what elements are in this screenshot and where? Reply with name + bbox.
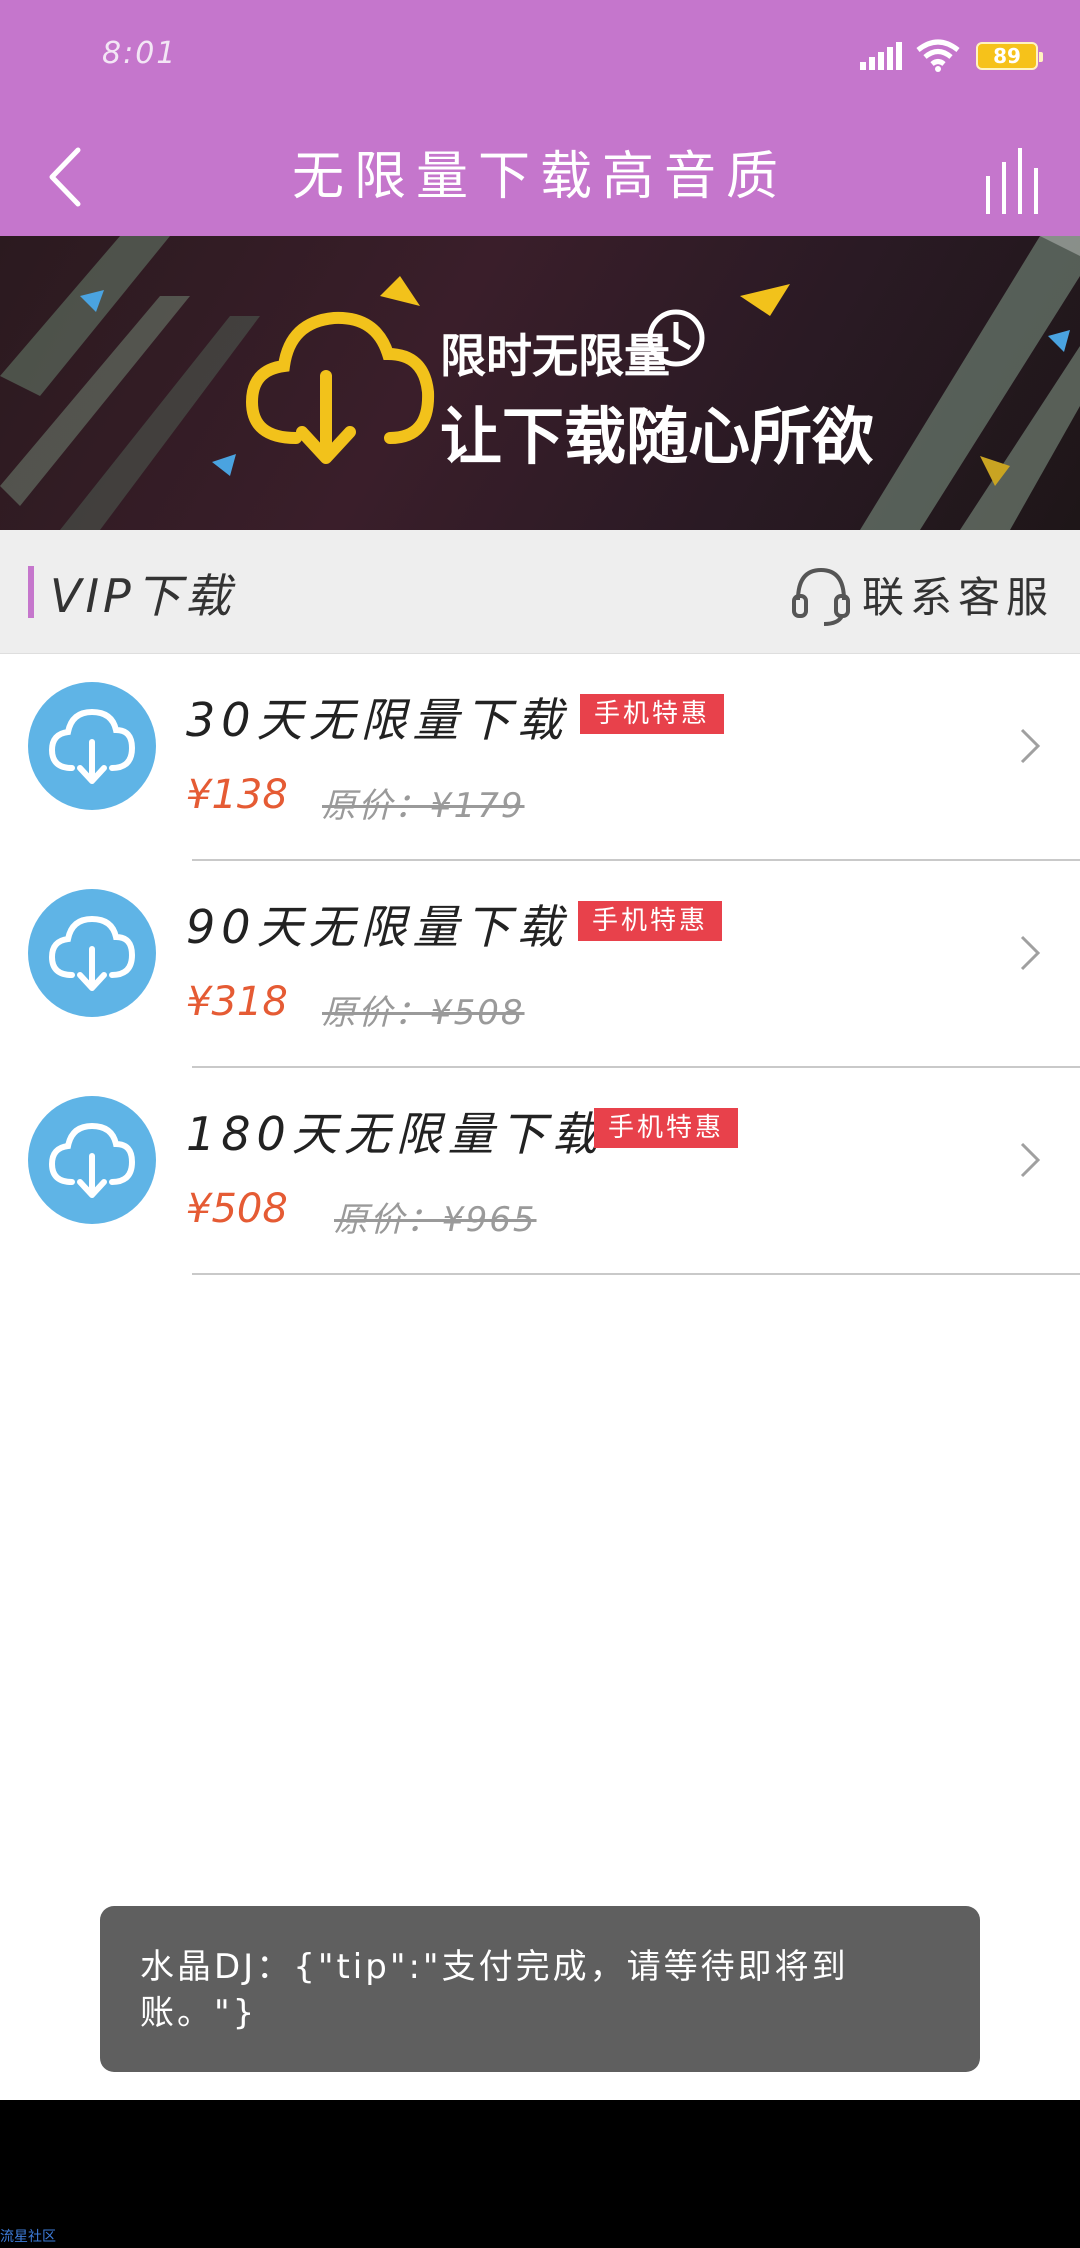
back-button[interactable] (38, 142, 108, 212)
cloud-download-icon (28, 889, 156, 1017)
promo-banner[interactable]: 限时无限量 让下载随心所欲 (0, 236, 1080, 530)
status-bar: 8:01 89 (0, 0, 1080, 118)
banner-headline: 限时无限量 (440, 329, 670, 383)
section-title: VIP下载 (50, 569, 235, 623)
price-current: ¥508 (186, 1186, 288, 1232)
section-accent-bar (28, 566, 34, 618)
product-item-90-days[interactable]: 90天无限量下载 手机特惠 ¥318 原价：¥508 (0, 861, 1080, 1068)
contact-support-button[interactable]: 联系客服 (862, 564, 1054, 625)
promo-badge: 手机特惠 (594, 1108, 739, 1148)
header-bar: 无限量下载高音质 (0, 118, 1080, 236)
cloud-download-icon (28, 1096, 156, 1224)
cloud-download-icon (245, 311, 435, 444)
promo-badge: 手机特惠 (578, 901, 723, 941)
product-name: 30天无限量下载 (186, 693, 569, 747)
toast-message: 水晶DJ：{"tip":"支付完成，请等待即将到账。"} (100, 1906, 980, 2072)
battery-icon: 89 (976, 42, 1043, 70)
product-name: 180天无限量下载 (186, 1107, 604, 1161)
price-original: 原价：¥965 (334, 1200, 537, 1240)
headset-icon[interactable] (788, 562, 854, 628)
price-current: ¥318 (186, 979, 288, 1025)
cloud-download-icon (28, 682, 156, 810)
wifi-icon (916, 39, 960, 72)
price-current: ¥138 (186, 772, 288, 818)
chevron-right-icon (1020, 728, 1041, 764)
price-original: 原价：¥179 (322, 786, 525, 826)
product-item-180-days[interactable]: 180天无限量下载 手机特惠 ¥508 原价：¥965 (0, 1068, 1080, 1275)
section-header: VIP下载 联系客服 (0, 530, 1080, 654)
product-name: 90天无限量下载 (186, 900, 569, 954)
page-title: 无限量下载高音质 (291, 147, 788, 207)
product-item-30-days[interactable]: 30天无限量下载 手机特惠 ¥138 原价：¥179 (0, 654, 1080, 861)
divider (192, 1273, 1080, 1275)
equalizer-bars-icon[interactable] (980, 142, 1050, 222)
chevron-right-icon (1020, 935, 1041, 971)
watermark: 流星社区 (0, 2229, 56, 2245)
toast-text: 水晶DJ：{"tip":"支付完成，请等待即将到账。"} (140, 1947, 849, 2033)
status-time: 8:01 (102, 36, 178, 71)
promo-badge: 手机特惠 (580, 694, 725, 734)
chevron-right-icon (1020, 1142, 1041, 1178)
price-original: 原价：¥508 (322, 993, 525, 1033)
navigation-bar: 流星社区 (0, 2100, 1080, 2248)
banner-subheadline: 让下载随心所欲 (440, 400, 875, 473)
signal-icon (860, 42, 902, 70)
